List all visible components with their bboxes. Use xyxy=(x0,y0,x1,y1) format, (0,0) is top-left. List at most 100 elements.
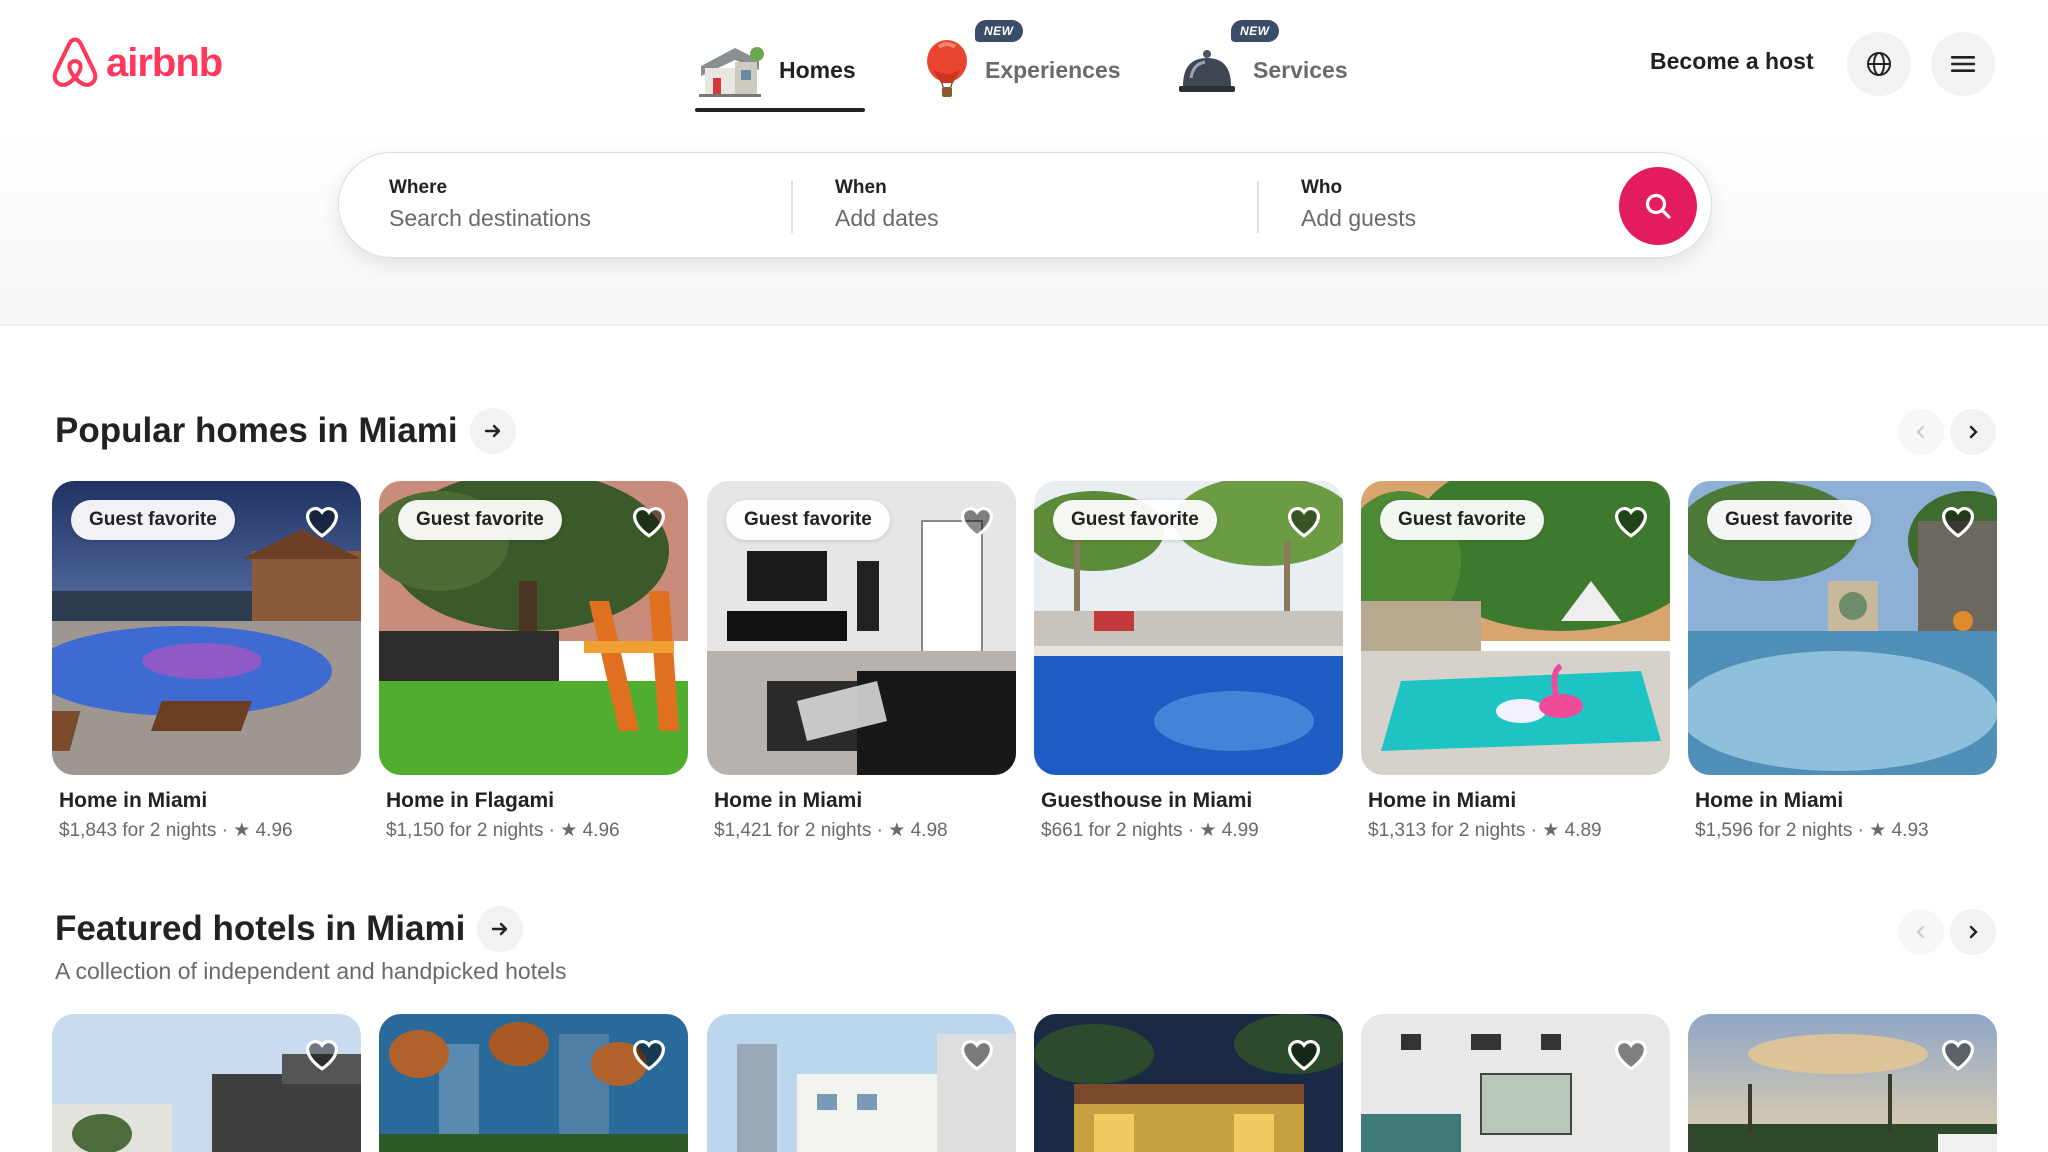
listing-rating: 4.89 xyxy=(1564,820,1602,841)
listing-meta: $1,596 for 2 nights · ★ 4.93 xyxy=(1695,819,1997,842)
heart-icon[interactable] xyxy=(1937,499,1979,541)
popular-homes-see-all-button[interactable] xyxy=(469,408,516,454)
listing-meta: $1,150 for 2 nights · ★ 4.96 xyxy=(386,819,688,842)
search-bar: Where Search destinations When Add dates… xyxy=(338,152,1712,258)
heart-icon[interactable] xyxy=(628,499,670,541)
listing-meta: $661 for 2 nights · ★ 4.99 xyxy=(1041,819,1343,842)
tab-services[interactable]: Services NEW xyxy=(1175,20,1355,112)
globe-icon xyxy=(1867,52,1891,76)
separator: · xyxy=(548,820,555,841)
listing-title: Home in Miami xyxy=(59,789,208,812)
listing-photo[interactable]: Guest favorite xyxy=(707,481,1016,775)
search-divider xyxy=(791,181,793,233)
arrow-right-icon xyxy=(492,922,508,936)
tab-homes[interactable]: Homes xyxy=(695,28,865,112)
hot-air-balloon-icon xyxy=(927,40,967,97)
listing-title: Home in Miami xyxy=(1695,789,1844,812)
listing-photo[interactable]: Guest favorite xyxy=(1361,481,1670,775)
listing-photo[interactable]: Guest favorite xyxy=(52,481,361,775)
separator: · xyxy=(1530,820,1537,841)
listing-card[interactable]: Guest favorite Home in Miami $1,313 for … xyxy=(1361,481,1670,842)
listing-card[interactable]: Guest favorite Guesthouse in Miami $661 … xyxy=(1034,481,1343,842)
listing-price: $661 for 2 nights xyxy=(1041,820,1183,841)
search-button[interactable] xyxy=(1619,167,1697,245)
star-icon: ★ xyxy=(1199,820,1217,841)
listing-rating: 4.93 xyxy=(1891,820,1929,841)
heart-icon[interactable] xyxy=(956,1032,998,1074)
hotel-photo[interactable] xyxy=(52,1014,361,1152)
airbnb-belo-icon xyxy=(52,37,98,87)
chevron-right-icon xyxy=(1969,925,1978,939)
guest-favorite-badge: Guest favorite xyxy=(71,500,235,540)
heart-icon[interactable] xyxy=(1610,1032,1652,1074)
when-label: When xyxy=(835,177,887,198)
where-input[interactable]: Search destinations xyxy=(389,205,759,232)
listing-card[interactable]: Guest favorite Home in Miami $1,596 for … xyxy=(1688,481,1997,842)
heart-icon[interactable] xyxy=(1610,499,1652,541)
listing-price: $1,150 for 2 nights xyxy=(386,820,544,841)
heart-icon[interactable] xyxy=(301,1032,343,1074)
listing-rating: 4.99 xyxy=(1221,820,1259,841)
heart-icon[interactable] xyxy=(1283,499,1325,541)
active-tab-underline xyxy=(695,108,865,112)
popular-next-button[interactable] xyxy=(1950,409,1996,455)
heart-icon[interactable] xyxy=(1283,1032,1325,1074)
when-field[interactable]: When Add dates xyxy=(835,177,1215,232)
who-label: Who xyxy=(1301,177,1343,198)
hotel-card[interactable] xyxy=(1688,1014,1997,1152)
hotel-card[interactable] xyxy=(379,1014,688,1152)
listing-price: $1,596 for 2 nights xyxy=(1695,820,1853,841)
hotel-card[interactable] xyxy=(52,1014,361,1152)
house-icon xyxy=(699,47,764,97)
star-icon: ★ xyxy=(1869,820,1887,841)
heart-icon[interactable] xyxy=(1937,1032,1979,1074)
hotel-photo[interactable] xyxy=(1361,1014,1670,1152)
hotels-next-button[interactable] xyxy=(1950,909,1996,955)
featured-hotels-see-all-button[interactable] xyxy=(477,906,524,952)
hotel-card[interactable] xyxy=(1034,1014,1343,1152)
separator: · xyxy=(1857,820,1864,841)
listing-photo[interactable]: Guest favorite xyxy=(379,481,688,775)
main-menu-button[interactable] xyxy=(1931,32,1995,96)
guest-favorite-badge: Guest favorite xyxy=(398,500,562,540)
listing-rating: 4.96 xyxy=(582,820,620,841)
top-header: airbnb Homes Experiences NEW Services NE… xyxy=(0,0,2048,326)
listing-title: Guesthouse in Miami xyxy=(1041,789,1253,812)
chevron-left-icon xyxy=(1916,425,1925,439)
listing-price: $1,843 for 2 nights xyxy=(59,820,217,841)
listing-card[interactable]: Guest favorite Home in Miami $1,421 for … xyxy=(707,481,1016,842)
hotel-photo[interactable] xyxy=(1034,1014,1343,1152)
who-input[interactable]: Add guests xyxy=(1301,205,1601,232)
heart-icon[interactable] xyxy=(956,499,998,541)
hotel-card[interactable] xyxy=(1361,1014,1670,1152)
guest-favorite-badge: Guest favorite xyxy=(726,500,890,540)
tab-experiences[interactable]: Experiences NEW xyxy=(923,20,1123,112)
become-host-link[interactable]: Become a host xyxy=(1650,48,1814,75)
listing-card[interactable]: Guest favorite Home in Miami $1,843 for … xyxy=(52,481,361,842)
arrow-right-icon xyxy=(484,424,500,438)
hotel-photo[interactable] xyxy=(707,1014,1016,1152)
heart-icon[interactable] xyxy=(301,499,343,541)
hotel-photo[interactable] xyxy=(379,1014,688,1152)
hotel-card[interactable] xyxy=(707,1014,1016,1152)
star-icon: ★ xyxy=(1542,820,1560,841)
airbnb-logo[interactable]: airbnb xyxy=(50,36,223,90)
star-icon: ★ xyxy=(233,820,251,841)
hotel-photo[interactable] xyxy=(1688,1014,1997,1152)
listing-card[interactable]: Guest favorite Home in Flagami $1,150 fo… xyxy=(379,481,688,842)
listing-photo[interactable]: Guest favorite xyxy=(1688,481,1997,775)
listing-price: $1,313 for 2 nights xyxy=(1368,820,1526,841)
star-icon: ★ xyxy=(560,820,578,841)
heart-icon[interactable] xyxy=(628,1032,670,1074)
when-input[interactable]: Add dates xyxy=(835,205,1215,232)
separator: · xyxy=(221,820,228,841)
listing-photo[interactable]: Guest favorite xyxy=(1034,481,1343,775)
language-button[interactable] xyxy=(1847,32,1911,96)
who-field[interactable]: Who Add guests xyxy=(1301,177,1601,232)
popular-homes-title: Popular homes in Miami xyxy=(55,411,458,450)
popular-prev-button[interactable] xyxy=(1898,409,1944,455)
where-label: Where xyxy=(389,177,448,198)
hotels-prev-button[interactable] xyxy=(1898,909,1944,955)
where-field[interactable]: Where Search destinations xyxy=(389,177,759,232)
separator: · xyxy=(876,820,883,841)
